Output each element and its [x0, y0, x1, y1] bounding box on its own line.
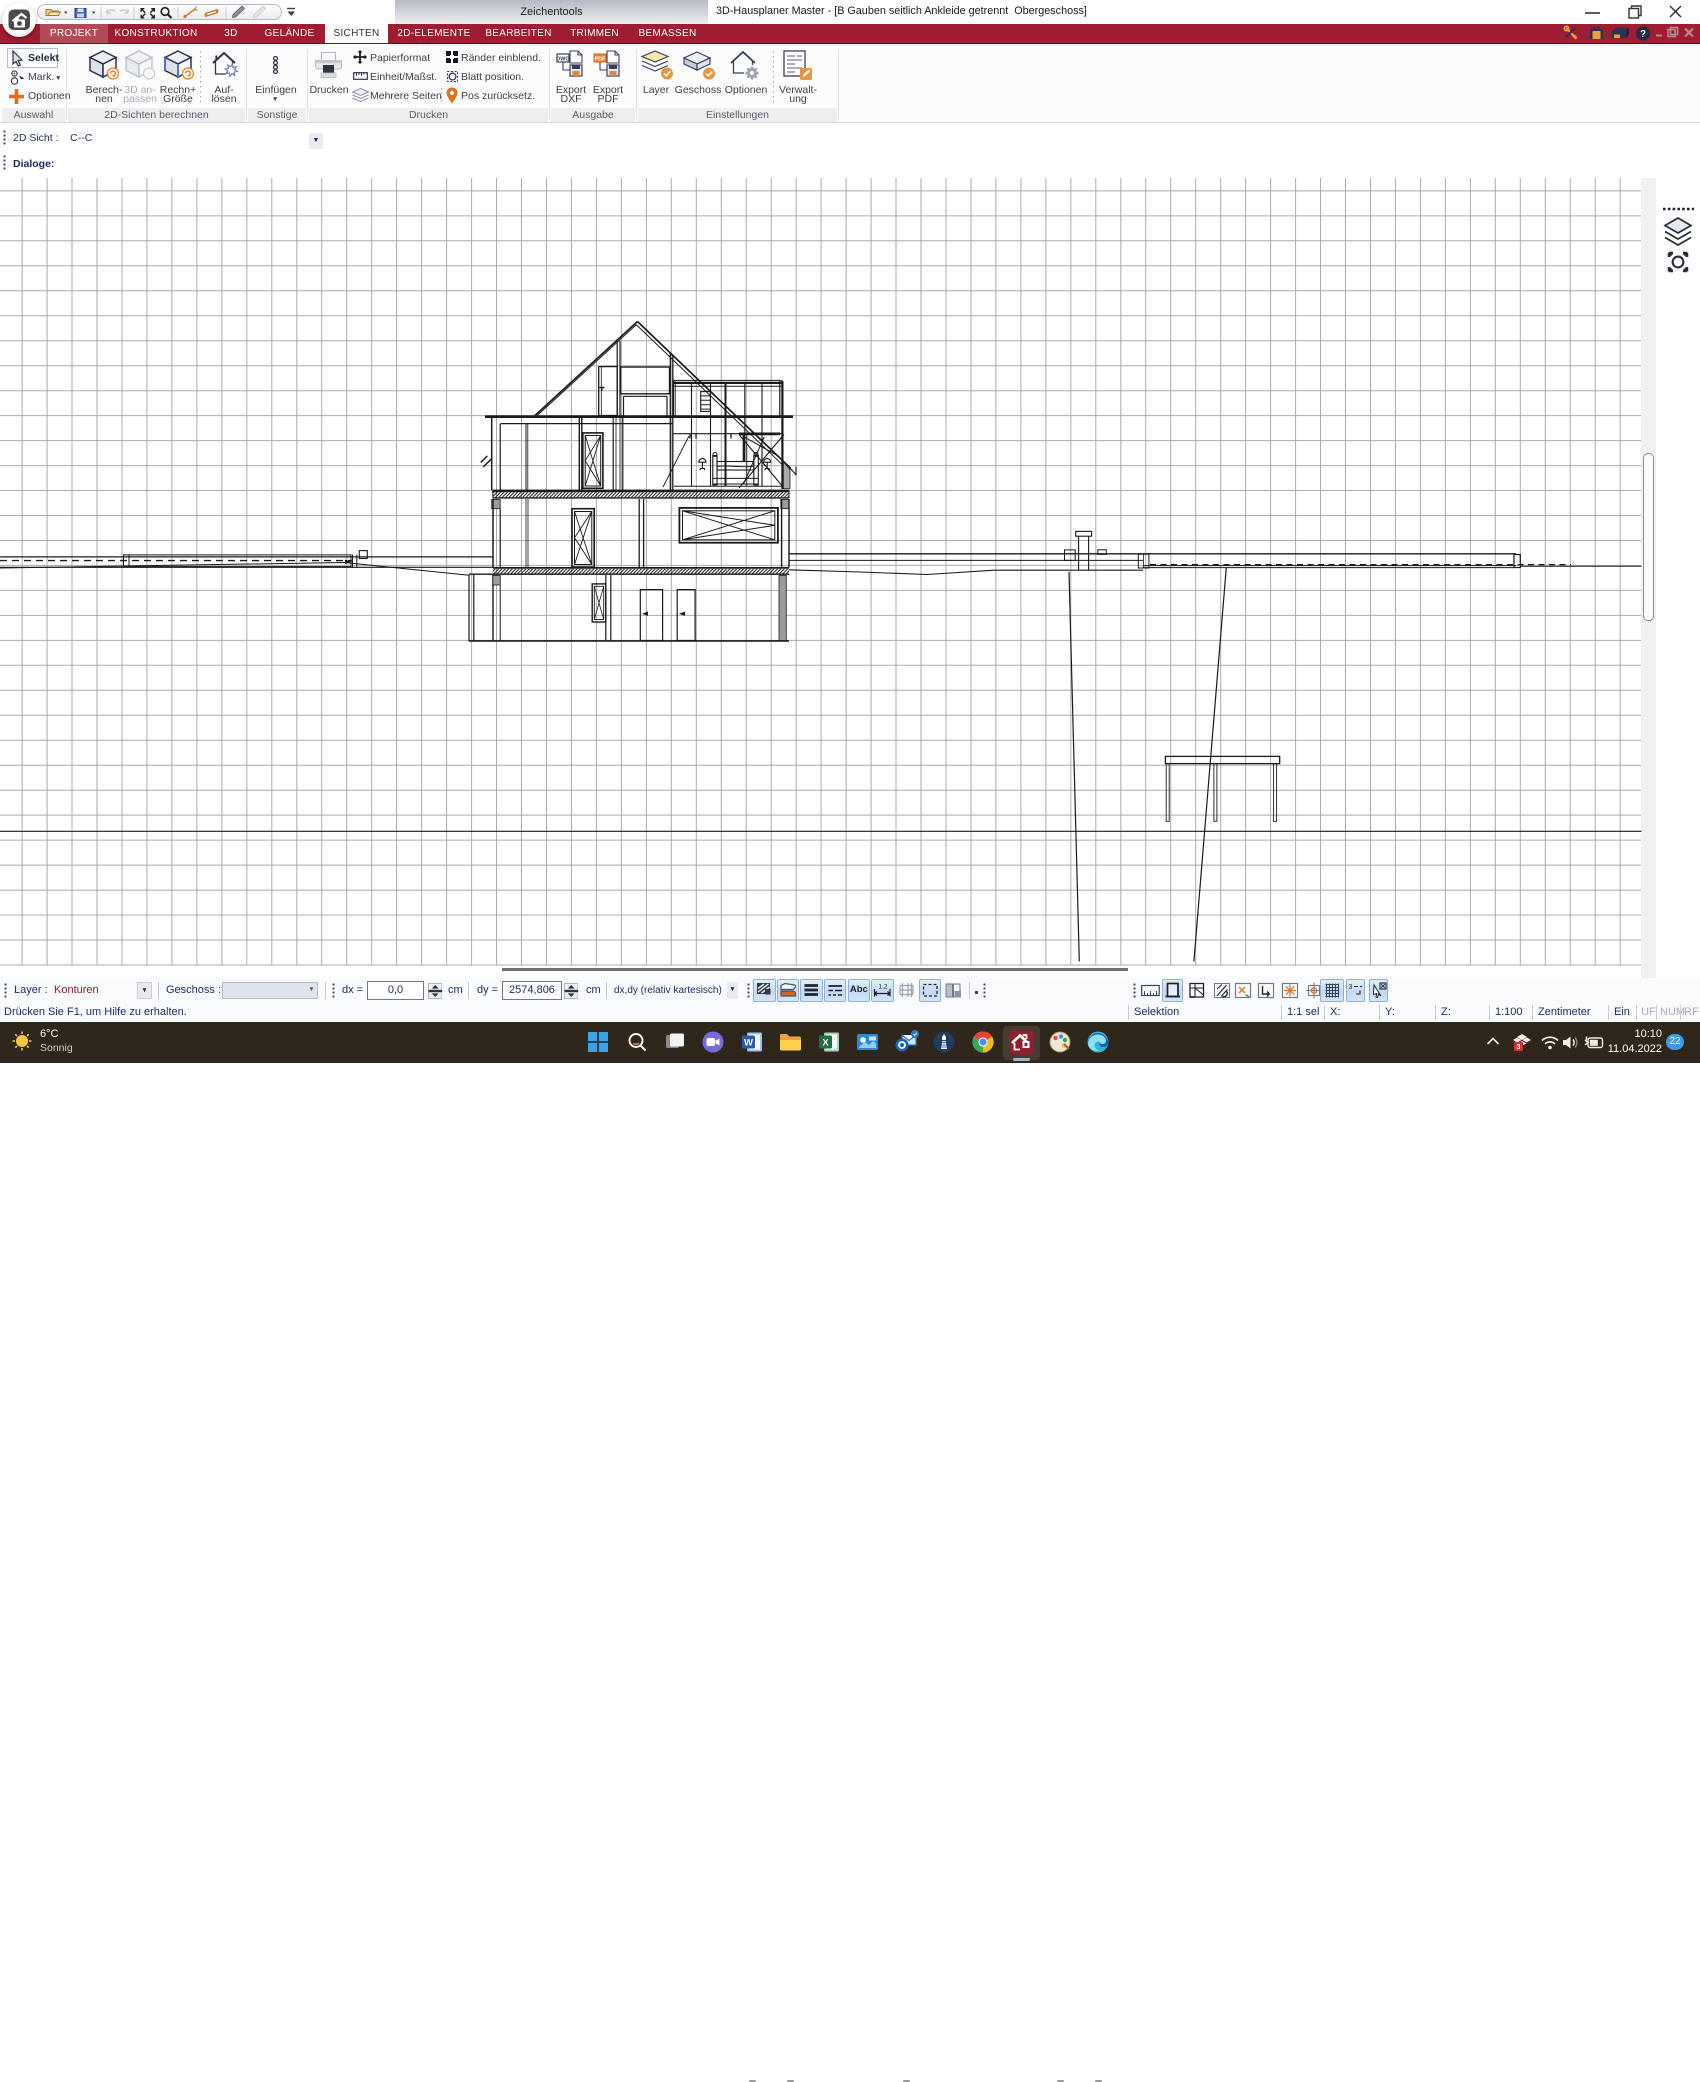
svg-text:?: ?	[1640, 29, 1646, 40]
svg-text:X: X	[822, 1038, 829, 1049]
svg-text:W: W	[744, 1038, 753, 1049]
svg-text:PDF: PDF	[595, 56, 607, 62]
svg-text:DWG: DWG	[556, 56, 569, 62]
svg-text:1,2: 1,2	[879, 984, 888, 991]
svg-text:3: 3	[1348, 984, 1352, 991]
svg-text:3: 3	[1517, 1044, 1521, 1051]
